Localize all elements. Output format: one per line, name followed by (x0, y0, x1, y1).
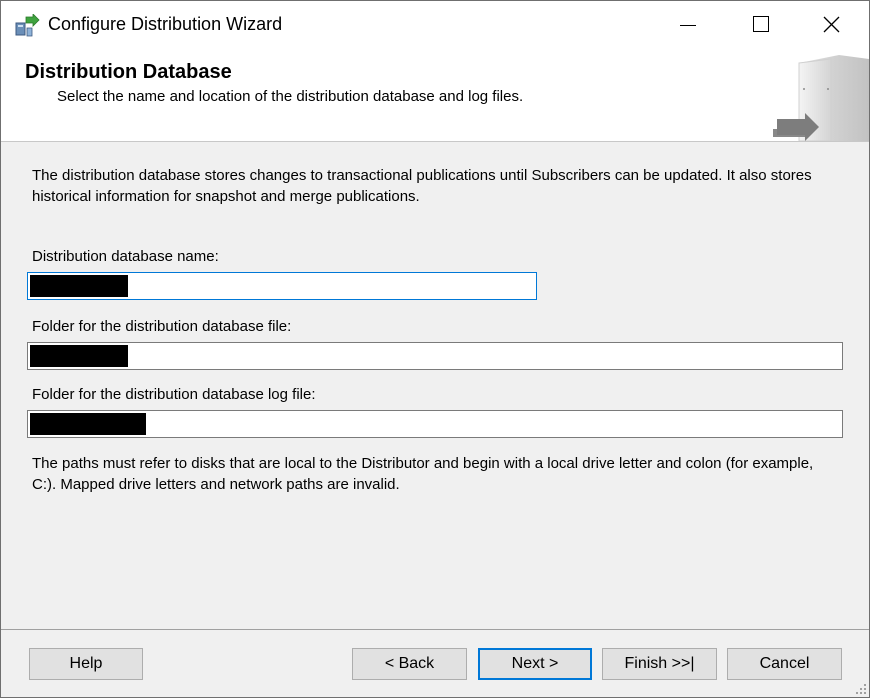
db-file-folder-input[interactable] (28, 343, 842, 369)
minimize-icon[interactable] (653, 1, 721, 49)
log-file-folder-field[interactable] (27, 410, 843, 438)
log-file-folder-input[interactable] (28, 411, 842, 437)
footer-divider (1, 629, 869, 630)
redaction-block (30, 413, 146, 435)
title-bar[interactable]: Configure Distribution Wizard (1, 1, 869, 49)
cancel-button[interactable]: Cancel (727, 648, 842, 680)
wizard-window: Configure Distribution Wizard Distributi… (0, 0, 870, 698)
server-graphic-icon (773, 55, 869, 141)
page-title: Distribution Database (25, 61, 232, 83)
window-title: Configure Distribution Wizard (48, 14, 283, 34)
db-name-field[interactable] (27, 272, 537, 300)
next-button[interactable]: Next > (478, 648, 592, 680)
page-subtitle: Select the name and location of the dist… (57, 88, 524, 105)
close-icon[interactable] (797, 1, 865, 49)
maximize-icon[interactable] (725, 1, 793, 49)
db-file-folder-label: Folder for the distribution database fil… (32, 318, 292, 335)
wizard-header: Distribution Database Select the name an… (1, 49, 869, 142)
log-file-folder-label: Folder for the distribution database log… (32, 386, 316, 403)
redaction-block (30, 275, 128, 297)
help-button[interactable]: Help (29, 648, 143, 680)
back-button[interactable]: < Back (352, 648, 467, 680)
wizard-app-icon (15, 14, 40, 37)
db-file-folder-field[interactable] (27, 342, 843, 370)
db-name-label: Distribution database name: (32, 248, 219, 265)
resize-grip-icon[interactable] (855, 683, 867, 695)
path-note-text: The paths must refer to disks that are l… (32, 455, 814, 493)
finish-button[interactable]: Finish >>| (602, 648, 717, 680)
redaction-block (30, 345, 128, 367)
description-text: The distribution database stores changes… (32, 167, 812, 205)
